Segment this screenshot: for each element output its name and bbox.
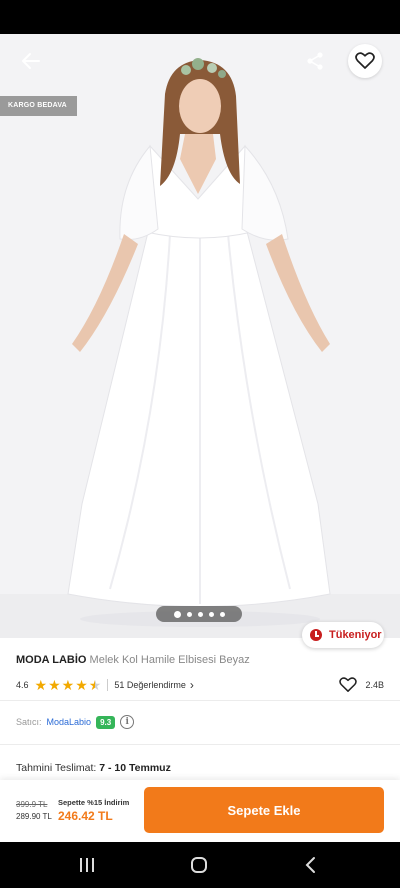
current-price: 289.90 TL <box>16 812 52 821</box>
cart-discount-label: Sepette %15 İndirim <box>58 798 130 807</box>
home-icon <box>191 857 207 873</box>
gallery-dot[interactable] <box>173 610 181 618</box>
seller-name-link[interactable]: ModaLabio <box>47 717 92 727</box>
status-bar <box>0 0 400 34</box>
star-icon: ★ <box>61 677 75 693</box>
gallery-pagination[interactable] <box>156 606 242 622</box>
recents-icon <box>80 858 94 872</box>
rating-stars: ★ ★ ★ ★ ★ <box>35 678 102 692</box>
delivery-estimate: Tahmini Teslimat: 7 - 10 Temmuz <box>16 762 171 774</box>
product-title: MODA LABİO Melek Kol Hamile Elbisesi Bey… <box>16 654 386 666</box>
gallery-dot[interactable] <box>219 611 225 617</box>
heart-icon <box>355 52 375 69</box>
arrow-left-icon <box>22 53 40 69</box>
home-button[interactable] <box>184 854 214 876</box>
add-to-cart-button[interactable]: Sepete Ekle <box>144 787 384 833</box>
favorite-button[interactable] <box>348 44 382 78</box>
star-icon: ★ <box>34 677 48 693</box>
divider <box>0 744 400 745</box>
recents-button[interactable] <box>72 854 102 876</box>
heart-icon <box>339 677 358 692</box>
info-icon[interactable]: i <box>120 715 135 729</box>
gallery-dot[interactable] <box>186 611 192 617</box>
delivery-label: Tahmini Teslimat: <box>16 762 97 774</box>
gallery-dot[interactable] <box>197 611 203 617</box>
gallery-dot[interactable] <box>208 611 214 617</box>
divider <box>0 700 400 701</box>
nav-back-button[interactable] <box>296 854 326 876</box>
back-icon <box>305 857 315 873</box>
brand-name[interactable]: MODA LABİO <box>16 654 86 666</box>
product-name: Melek Kol Hamile Elbisesi Beyaz <box>89 654 250 666</box>
seller-label: Satıcı: <box>16 717 42 727</box>
low-stock-badge: Tükeniyor <box>302 622 384 648</box>
back-button[interactable] <box>14 46 48 76</box>
low-stock-label: Tükeniyor <box>329 629 382 641</box>
cart-discount-price: 246.42 TL <box>58 809 113 823</box>
clock-icon <box>310 629 322 641</box>
old-price: 399.9 TL <box>16 800 48 809</box>
like-button[interactable]: 2.4B <box>339 677 384 693</box>
star-icon: ★ <box>48 677 61 693</box>
star-icon: ★ <box>75 677 88 693</box>
share-button[interactable] <box>298 46 332 76</box>
divider <box>107 679 109 691</box>
rating-value: 4.6 <box>16 680 29 690</box>
reviews-link[interactable]: 51 Değerlendirme <box>114 680 186 690</box>
system-nav-bar <box>0 842 400 888</box>
product-photo <box>0 34 400 638</box>
rating-row: 4.6 ★ ★ ★ ★ ★ 51 Değerlendirme › 2.4B <box>16 676 384 694</box>
free-shipping-badge: KARGO BEDAVA <box>0 96 77 116</box>
seller-score-badge: 9.3 <box>96 715 116 729</box>
chevron-right-icon[interactable]: › <box>190 678 194 692</box>
like-count: 2.4B <box>365 680 384 690</box>
seller-row: Satıcı: ModaLabio 9.3 i <box>16 713 135 731</box>
delivery-value: 7 - 10 Temmuz <box>99 762 171 774</box>
product-image-gallery[interactable]: KARGO BEDAVA <box>0 34 400 638</box>
share-icon <box>307 52 323 70</box>
star-half-icon: ★ <box>88 677 102 693</box>
